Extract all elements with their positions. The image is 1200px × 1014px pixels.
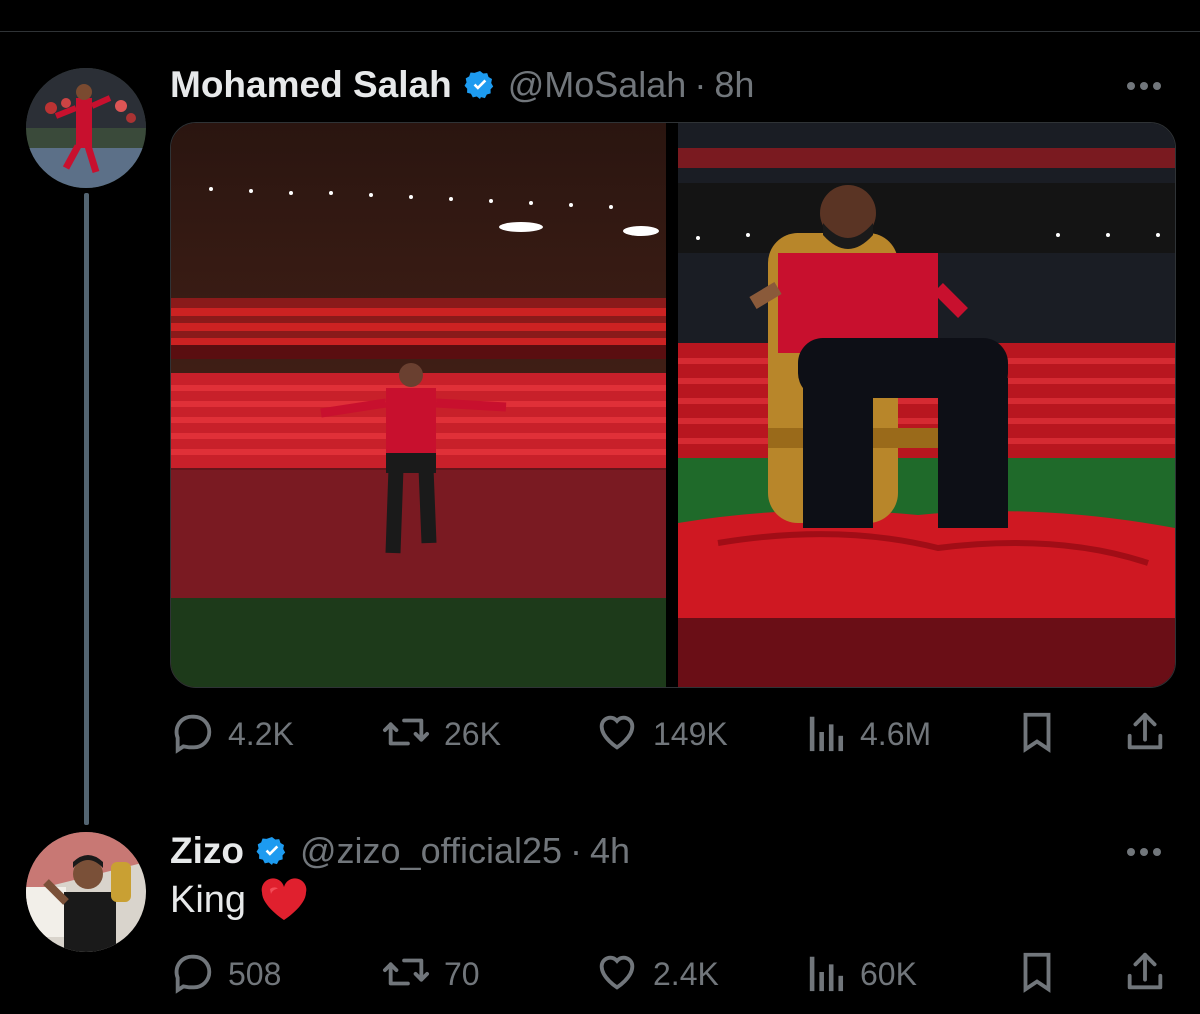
header-separator: ·	[694, 64, 707, 105]
reply-like-button[interactable]: 2.4K	[593, 949, 719, 999]
share-icon	[1122, 949, 1168, 1000]
views-count: 4.6M	[860, 715, 932, 752]
reply-reply-count: 508	[228, 955, 282, 992]
views-icon	[806, 949, 848, 1000]
reply-header: Zizo @zizo_official25 · 4h	[170, 828, 630, 874]
verified-badge-icon	[464, 69, 496, 101]
bookmark-icon	[1014, 709, 1060, 760]
tweet-actions: 4.2K 26K 149K 4.6M	[170, 709, 1170, 759]
media-image-left[interactable]	[171, 123, 666, 687]
reply-like-count: 2.4K	[653, 955, 719, 992]
reply-views-button[interactable]: 60K	[806, 949, 917, 999]
reply-repost-count: 70	[444, 955, 480, 992]
reply-icon	[170, 949, 216, 1000]
reply-share-button[interactable]	[1122, 949, 1168, 999]
share-button[interactable]	[1122, 709, 1168, 759]
reply-repost-button[interactable]: 70	[380, 949, 480, 999]
views-button[interactable]: 4.6M	[806, 709, 931, 759]
reply-count: 4.2K	[228, 715, 294, 752]
reply-header-separator: ·	[570, 830, 583, 871]
reply-reply-button[interactable]: 508	[170, 949, 281, 999]
repost-count: 26K	[444, 715, 501, 752]
author-name[interactable]: Mohamed Salah	[170, 64, 452, 106]
repost-icon	[380, 949, 432, 1000]
heart-icon	[593, 709, 641, 760]
more-icon[interactable]	[1127, 76, 1161, 96]
reply-author-handle[interactable]: @zizo_official25	[300, 830, 562, 872]
reply-timestamp[interactable]: 4h	[590, 830, 630, 872]
like-count: 149K	[653, 715, 728, 752]
share-icon	[1122, 709, 1168, 760]
reply-author-avatar[interactable]	[26, 832, 146, 952]
tweet-header: Mohamed Salah @MoSalah · 8h	[170, 62, 754, 108]
reply-text: King	[170, 878, 247, 921]
repost-icon	[380, 709, 432, 760]
tweet-timestamp[interactable]: 8h	[714, 64, 754, 106]
reply-button[interactable]: 4.2K	[170, 709, 294, 759]
red-heart-emoji-icon	[260, 878, 308, 922]
repost-button[interactable]: 26K	[380, 709, 501, 759]
author-handle[interactable]: @MoSalah	[508, 64, 687, 106]
author-avatar[interactable]	[26, 68, 146, 188]
thread-connector-line	[84, 193, 89, 825]
media-image-right[interactable]	[678, 123, 1175, 687]
verified-badge-icon	[256, 835, 288, 867]
reply-body: King	[170, 878, 308, 922]
reply-views-count: 60K	[860, 955, 917, 992]
reply-more-icon[interactable]	[1127, 842, 1161, 862]
reply-actions: 508 70 2.4K 60K	[170, 949, 1170, 999]
reply-author-name[interactable]: Zizo	[170, 830, 244, 872]
like-button[interactable]: 149K	[593, 709, 728, 759]
reply-icon	[170, 709, 216, 760]
top-divider	[0, 31, 1200, 32]
tweet-media	[170, 122, 1176, 688]
views-icon	[806, 709, 848, 760]
bookmark-icon	[1014, 949, 1060, 1000]
bookmark-button[interactable]	[1014, 709, 1060, 759]
heart-icon	[593, 949, 641, 1000]
reply-bookmark-button[interactable]	[1014, 949, 1060, 999]
